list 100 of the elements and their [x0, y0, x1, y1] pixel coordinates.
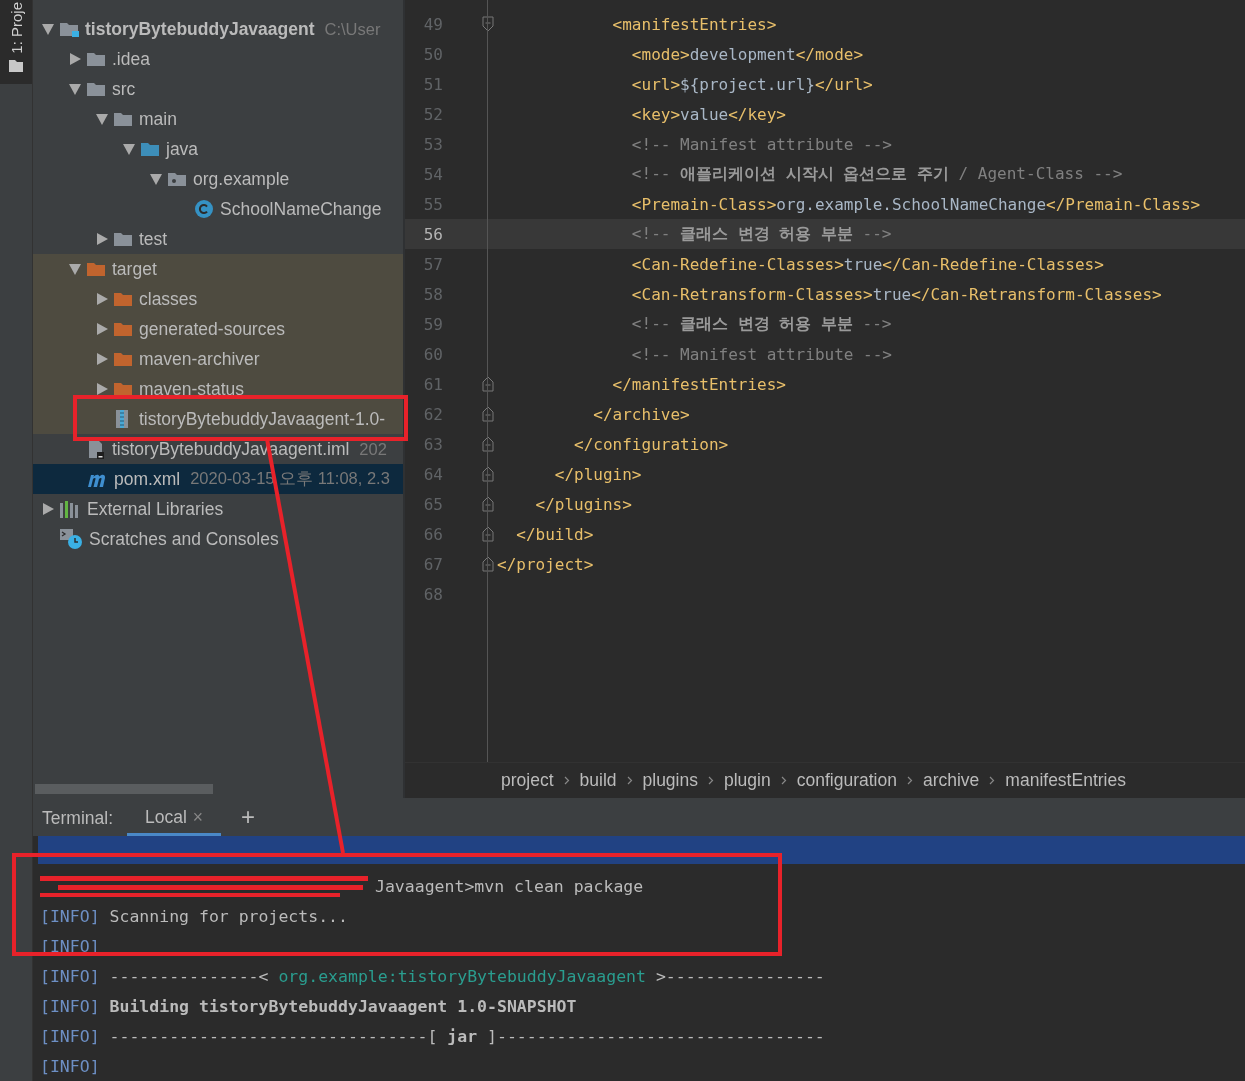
- folder-icon: [113, 231, 133, 247]
- tree-item[interactable]: src: [33, 74, 403, 104]
- expanded-arrow-icon[interactable]: [95, 112, 109, 126]
- tree-item[interactable]: pom.xml 2020-03-15 오후 11:08, 2.3: [33, 464, 403, 494]
- collapsed-arrow-icon[interactable]: [95, 292, 109, 306]
- collapsed-arrow-icon[interactable]: [95, 322, 109, 336]
- fold-marker-icon[interactable]: [482, 436, 494, 452]
- item-label: Scratches and Consoles: [89, 528, 279, 550]
- folder-icon: [113, 351, 133, 367]
- code-line: </manifestEntries>: [611, 374, 786, 394]
- fold-marker-icon[interactable]: [482, 496, 494, 512]
- fold-marker-icon[interactable]: [482, 466, 494, 482]
- chevron-icon: [989, 776, 996, 785]
- collapsed-arrow-icon[interactable]: [95, 382, 109, 396]
- line-number: 68: [422, 584, 444, 604]
- fold-marker-icon[interactable]: [482, 16, 494, 32]
- tree-item[interactable]: .idea: [33, 44, 403, 74]
- terminal-line: [INFO] --------------------------------[ jar ]---------------------------------: [40, 1026, 825, 1046]
- terminal-line: [INFO]: [40, 936, 100, 956]
- line-number: 65: [422, 494, 444, 514]
- folder-icon: [86, 261, 106, 277]
- terminal-line: [INFO]: [40, 1056, 100, 1076]
- tree-item[interactable]: tistoryBytebuddyJavaagent C:\User: [33, 14, 403, 44]
- expanded-arrow-icon[interactable]: [122, 142, 136, 156]
- item-label: pom.xml: [114, 468, 181, 490]
- terminal-label: Terminal:: [42, 808, 113, 830]
- tree-item[interactable]: SchoolNameChange: [33, 194, 403, 224]
- tree-item[interactable]: External Libraries: [33, 494, 403, 524]
- collapsed-arrow-icon[interactable]: [95, 352, 109, 366]
- line-number: 49: [422, 14, 444, 34]
- line-number: 51: [422, 74, 444, 94]
- expanded-arrow-icon[interactable]: [68, 82, 82, 96]
- item-label: main: [139, 108, 177, 130]
- fold-marker-icon[interactable]: [482, 406, 494, 422]
- breadcrumb[interactable]: plugin: [724, 770, 771, 791]
- collapsed-arrow-icon[interactable]: [41, 502, 55, 516]
- tree-item[interactable]: java: [33, 134, 403, 164]
- line-number: 61: [422, 374, 444, 394]
- line-number: 57: [422, 254, 444, 274]
- folder-icon: [113, 111, 133, 127]
- item-label: External Libraries: [87, 498, 224, 520]
- item-label: generated-sources: [139, 318, 285, 340]
- code-line: <!-- 클래스 변경 허용 부분 -->: [630, 313, 892, 335]
- item-label: SchoolNameChange: [220, 198, 382, 220]
- item-label: java: [166, 138, 199, 160]
- tree-item[interactable]: generated-sources: [33, 314, 403, 344]
- chevron-icon: [780, 776, 787, 785]
- folder-icon: [86, 81, 106, 97]
- folder-icon: [113, 321, 133, 337]
- breadcrumb[interactable]: manifestEntries: [1005, 770, 1126, 791]
- terminal-line: [INFO] Building tistoryBytebuddyJavaagent 1.0-SNAPSHOT: [40, 996, 577, 1016]
- fold-marker-icon[interactable]: [482, 556, 494, 572]
- line-number: 64: [422, 464, 444, 484]
- scrollbar[interactable]: [35, 784, 213, 794]
- code-line: </project>: [497, 554, 594, 574]
- folder-icon: [86, 51, 106, 67]
- item-label: tistoryBytebuddyJavaagent-1.0-: [139, 408, 386, 430]
- code-line: </archive>: [592, 404, 690, 424]
- tree-item[interactable]: org.example: [33, 164, 403, 194]
- collapsed-arrow-icon[interactable]: [95, 232, 109, 246]
- fold-marker-icon[interactable]: [482, 526, 494, 542]
- breadcrumb[interactable]: configuration: [796, 770, 897, 791]
- terminal-line: [INFO] ---------------< org.example:tistoryBytebuddyJavaagent >----------------: [40, 966, 825, 986]
- line-number: 60: [422, 344, 444, 364]
- chevron-icon: [563, 776, 570, 785]
- tree-item[interactable]: test: [33, 224, 403, 254]
- tree-item[interactable]: target: [33, 254, 403, 284]
- item-label: classes: [139, 288, 198, 310]
- breadcrumb[interactable]: plugins: [642, 770, 698, 791]
- line-number: 56: [422, 224, 444, 244]
- code-line: <manifestEntries>: [611, 14, 777, 34]
- code-line: <!-- 클래스 변경 허용 부분 -->: [630, 223, 892, 245]
- code-line: </build>: [515, 524, 594, 544]
- line-number: 53: [422, 134, 444, 154]
- breadcrumb[interactable]: build: [579, 770, 617, 791]
- terminal-line: Javaagent>mvn clean package: [375, 876, 644, 896]
- code-line: <Can-Redefine-Classes>true</Can-Redefine-Classes>: [630, 254, 1104, 274]
- line-number: 55: [422, 194, 444, 214]
- breadcrumb[interactable]: project: [501, 770, 554, 791]
- tree-item[interactable]: Scratches and Consoles: [33, 524, 403, 554]
- code-line: <!-- Manifest attribute -->: [630, 134, 892, 154]
- tree-item[interactable]: classes: [33, 284, 403, 314]
- line-number: 63: [422, 434, 444, 454]
- expanded-arrow-icon[interactable]: [41, 22, 55, 36]
- scratches-icon: [59, 528, 83, 550]
- tree-item[interactable]: tistoryBytebuddyJavaagent-1.0-: [33, 404, 403, 434]
- collapsed-arrow-icon[interactable]: [68, 52, 82, 66]
- item-label: src: [112, 78, 136, 100]
- folder-icon: [59, 21, 79, 37]
- item-label: test: [139, 228, 168, 250]
- fold-marker-icon[interactable]: [482, 376, 494, 392]
- code-line: </plugin>: [553, 464, 642, 484]
- breadcrumb[interactable]: archive: [922, 770, 980, 791]
- chevron-icon: [906, 776, 913, 785]
- expanded-arrow-icon[interactable]: [149, 172, 163, 186]
- code-line: <key>value</key>: [630, 104, 786, 124]
- add-button[interactable]: +: [235, 802, 262, 836]
- expanded-arrow-icon[interactable]: [68, 262, 82, 276]
- tree-item[interactable]: main: [33, 104, 403, 134]
- tree-item[interactable]: maven-archiver: [33, 344, 403, 374]
